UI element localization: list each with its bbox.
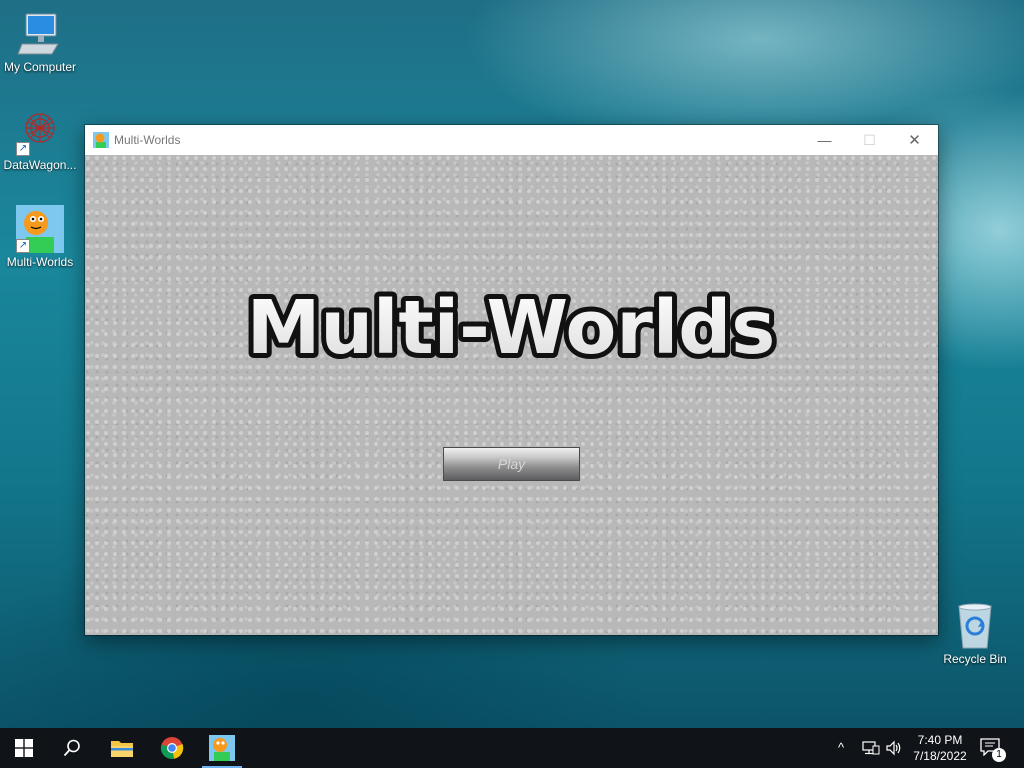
minimize-button[interactable]: —: [802, 125, 847, 155]
chrome-icon: [160, 737, 184, 759]
desktop-icon-multi-worlds[interactable]: ↗ Multi-Worlds: [0, 205, 80, 269]
play-button-label: Play: [497, 456, 526, 472]
datawagon-icon: ↗: [16, 108, 64, 156]
multi-worlds-taskbar-icon: [209, 735, 235, 761]
close-icon: ✕: [908, 132, 921, 149]
desktop-icon-my-computer[interactable]: My Computer: [0, 10, 80, 74]
minimize-icon: —: [817, 132, 832, 148]
game-canvas[interactable]: Multi-Worlds Multi-Worlds Play: [85, 155, 938, 635]
file-explorer-icon: [111, 741, 133, 757]
search-button[interactable]: [48, 728, 96, 768]
recycle-bin-icon: [951, 602, 999, 650]
game-title-text: Multi-Worlds: [247, 285, 776, 371]
shortcut-arrow-icon: ↗: [16, 239, 30, 253]
action-center-button[interactable]: 1: [980, 738, 1006, 762]
play-button[interactable]: Play: [443, 447, 580, 481]
clock-time: 7:40 PM: [917, 733, 963, 747]
multi-worlds-app-icon: ↗: [16, 205, 64, 253]
maximize-icon: ☐: [863, 131, 876, 148]
system-clock[interactable]: 7:40 PM 7/18/2022: [905, 732, 975, 764]
network-icon[interactable]: [862, 740, 880, 761]
tray-overflow-chevron-icon[interactable]: ^: [838, 740, 844, 755]
file-explorer-button[interactable]: [98, 728, 146, 768]
desktop-icon-label: My Computer: [3, 60, 77, 74]
start-icon: [15, 739, 33, 757]
close-button[interactable]: ✕: [892, 125, 937, 155]
game-title: Multi-Worlds Multi-Worlds: [242, 280, 781, 376]
app-window[interactable]: Multi-Worlds — ☐ ✕ Multi-Worlds Multi-Wo…: [85, 125, 938, 635]
clock-date: 7/18/2022: [913, 749, 967, 763]
shortcut-arrow-icon: ↗: [16, 142, 30, 156]
start-button[interactable]: [0, 728, 48, 768]
chrome-button[interactable]: [148, 728, 196, 768]
multi-worlds-taskbar-button[interactable]: [198, 728, 246, 768]
window-title: Multi-Worlds: [114, 133, 181, 147]
notification-count-badge: 1: [992, 748, 1006, 762]
desktop-icon-recycle-bin[interactable]: Recycle Bin: [935, 602, 1015, 666]
maximize-button[interactable]: ☐: [847, 125, 892, 155]
desktop-icon-datawagon[interactable]: ↗ DataWagon...: [0, 108, 80, 172]
volume-icon[interactable]: [885, 739, 903, 762]
window-app-icon: [93, 132, 109, 148]
taskbar: ^ 7:40 PM 7/18/2022 1: [0, 728, 1024, 768]
search-icon: [63, 739, 80, 757]
computer-icon: [16, 10, 64, 58]
desktop-icon-label: DataWagon...: [3, 158, 77, 172]
desktop-icon-label: Recycle Bin: [943, 652, 1007, 666]
desktop-icon-label: Multi-Worlds: [6, 255, 74, 269]
desktop: My Computer ↗ DataWagon... ↗ Multi-World…: [0, 0, 1024, 728]
window-titlebar[interactable]: Multi-Worlds — ☐ ✕: [85, 125, 938, 155]
